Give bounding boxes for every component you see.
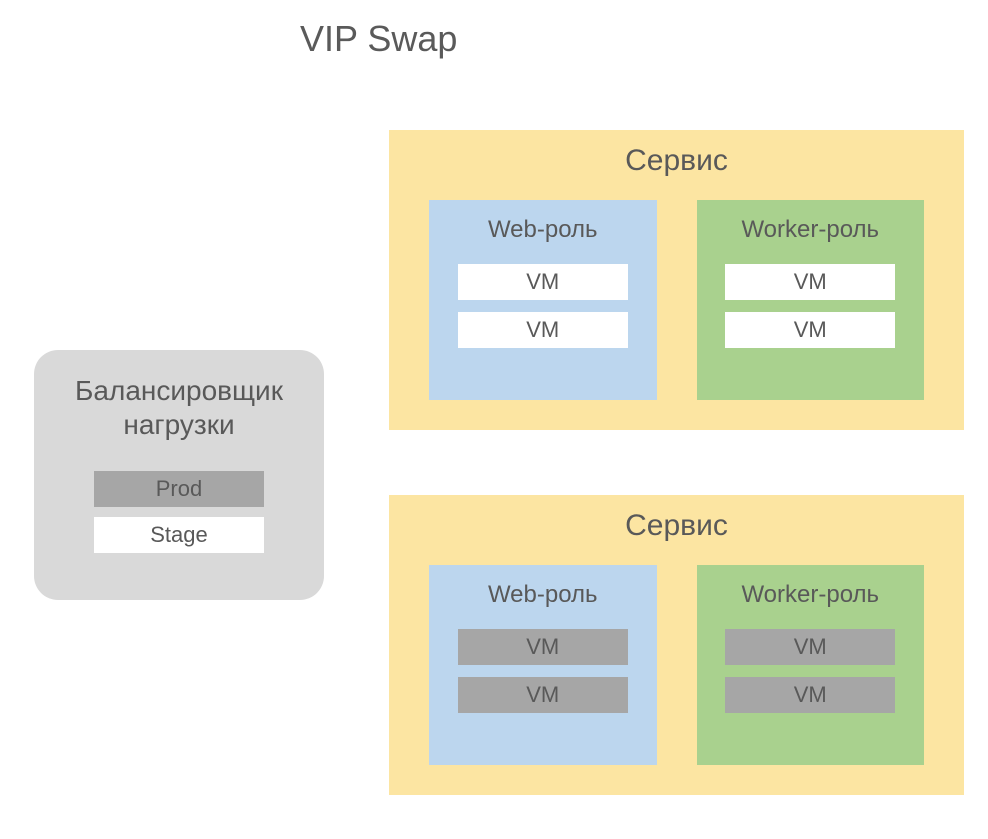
web-role-vms-bottom: VM VM bbox=[449, 629, 637, 713]
vm-box: VM bbox=[725, 677, 895, 713]
vm-box: VM bbox=[725, 629, 895, 665]
vm-box: VM bbox=[458, 677, 628, 713]
vm-box: VM bbox=[725, 264, 895, 300]
worker-role-vms-bottom: VM VM bbox=[717, 629, 905, 713]
diagram-title: VIP Swap bbox=[300, 18, 457, 60]
slot-prod: Prod bbox=[94, 471, 264, 507]
web-role-top: Web-роль VM VM bbox=[429, 200, 657, 400]
service-box-top: Сервис Web-роль VM VM Worker-роль VM VM bbox=[389, 130, 964, 430]
vm-box: VM bbox=[458, 629, 628, 665]
worker-role-bottom: Worker-роль VM VM bbox=[697, 565, 925, 765]
web-role-title-top: Web-роль bbox=[488, 216, 598, 244]
service-box-bottom: Сервис Web-роль VM VM Worker-роль VM VM bbox=[389, 495, 964, 795]
roles-row-top: Web-роль VM VM Worker-роль VM VM bbox=[389, 178, 964, 400]
web-role-bottom: Web-роль VM VM bbox=[429, 565, 657, 765]
load-balancer-box: Балансировщик нагрузки Prod Stage bbox=[34, 350, 324, 600]
service-title-top: Сервис bbox=[389, 144, 964, 178]
web-role-title-bottom: Web-роль bbox=[488, 581, 598, 609]
slot-stage: Stage bbox=[94, 517, 264, 553]
vm-box: VM bbox=[725, 312, 895, 348]
vm-box: VM bbox=[458, 312, 628, 348]
vm-box: VM bbox=[458, 264, 628, 300]
load-balancer-title: Балансировщик нагрузки bbox=[64, 374, 294, 441]
worker-role-title-bottom: Worker-роль bbox=[741, 581, 879, 609]
worker-role-title-top: Worker-роль bbox=[741, 216, 879, 244]
service-title-bottom: Сервис bbox=[389, 509, 964, 543]
worker-role-top: Worker-роль VM VM bbox=[697, 200, 925, 400]
roles-row-bottom: Web-роль VM VM Worker-роль VM VM bbox=[389, 543, 964, 765]
worker-role-vms-top: VM VM bbox=[717, 264, 905, 348]
web-role-vms-top: VM VM bbox=[449, 264, 637, 348]
load-balancer-slots: Prod Stage bbox=[94, 471, 264, 553]
